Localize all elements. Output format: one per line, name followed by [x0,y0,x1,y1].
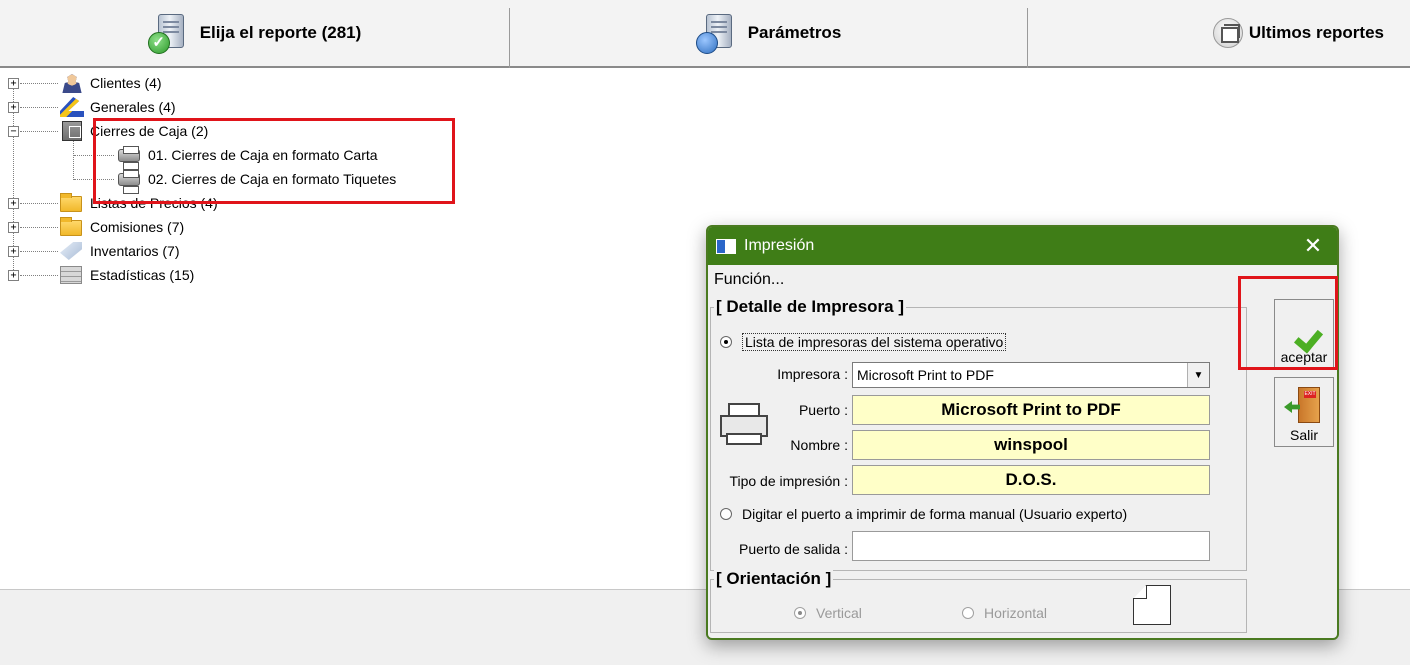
tab-bar: ✓ Elija el reporte (281) Parámetros Ulti… [0,0,1410,68]
port-field: Microsoft Print to PDF [852,395,1210,425]
radio-horizontal-label: Horizontal [984,605,1048,621]
print-type-field: D.O.S. [852,465,1210,495]
tag-icon [60,242,82,260]
orientation-group-title: [ Orientación ] [714,569,834,589]
name-label: Nombre : [790,437,848,453]
tab-recent-reports[interactable]: Ultimos reportes [1028,0,1410,66]
printer-select-value: Microsoft Print to PDF [857,367,994,383]
dialog-title: Impresión [744,237,815,254]
stats-icon [60,266,82,284]
dialog-titlebar[interactable]: Impresión ✕ [708,227,1337,265]
close-button[interactable]: ✕ [1301,233,1325,259]
dropdown-arrow-icon[interactable]: ▼ [1187,363,1209,387]
folder-icon [60,193,82,212]
output-port-input[interactable] [852,531,1210,561]
radio-manual-label: Digitar el puerto a imprimir de forma ma… [742,506,1128,522]
printer-group-title: [ Detalle de Impresora ] [714,297,907,317]
collapse-minus-icon[interactable]: − [8,126,19,137]
cash-register-icon [62,121,82,141]
recent-windows-icon [1212,18,1243,48]
radio-system-label: Lista de impresoras del sistema operativ… [742,333,1007,351]
tree-node-cierres-de-caja[interactable]: − Cierres de Caja (2) [0,120,400,142]
name-field: winspool [852,430,1210,460]
exit-label: Salir [1289,427,1318,443]
report-selector-window: ✓ Elija el reporte (281) Parámetros Ulti… [0,0,1410,665]
expand-plus-icon[interactable]: + [8,102,19,113]
folder-icon [60,217,82,236]
radio-vertical[interactable]: Vertical [794,605,862,621]
tree-node-label: Cierres de Caja (2) [90,123,209,139]
printer-label: Impresora : [777,366,848,382]
print-type-label: Tipo de impresión : [729,473,848,489]
print-dialog: Impresión ✕ Función... [ Detalle de Impr… [706,225,1339,640]
radio-horizontal[interactable]: Horizontal [962,605,1047,621]
tree-node-label: 02. Cierres de Caja en formato Tiquetes [148,171,397,187]
radio-vertical-label: Vertical [816,605,862,621]
page-fold [1133,585,1147,599]
tree-node-clientes[interactable]: + Clientes (4) [0,72,400,94]
radio-system-printers[interactable]: Lista de impresoras del sistema operativ… [720,333,1007,351]
exit-door-icon: EXIT [1284,387,1324,423]
tab-recent-reports-label: Ultimos reportes [1248,23,1384,42]
tab-choose-report[interactable]: ✓ Elija el reporte (281) [0,0,509,66]
tab-parameters[interactable]: Parámetros [510,0,1027,66]
tree-node-label: Comisiones (7) [90,219,185,235]
printer-icon [118,170,140,194]
expand-plus-icon[interactable]: + [8,270,19,281]
tree-node-label: 01. Cierres de Caja en formato Carta [148,147,378,163]
tree-node-label: Generales (4) [90,99,176,115]
expand-plus-icon[interactable]: + [8,222,19,233]
tree-node-generales[interactable]: + Generales (4) [0,96,400,118]
accept-button[interactable]: aceptar [1274,299,1334,369]
tree-node-estadisticas[interactable]: + Estadísticas (15) [0,264,400,286]
output-port-label: Puerto de salida : [739,541,848,557]
tree-node-cierres-tiquetes[interactable]: 02. Cierres de Caja en formato Tiquetes [74,168,454,194]
exit-button[interactable]: EXIT Salir [1274,377,1334,447]
printer-icon [118,146,140,170]
expand-plus-icon[interactable]: + [8,198,19,209]
clients-icon [62,74,82,93]
radio-dot[interactable] [794,607,806,619]
tree-node-inventarios[interactable]: + Inventarios (7) [0,240,400,262]
menu-funcion[interactable]: Función... [714,271,784,289]
tree-node-label: Estadísticas (15) [90,267,195,283]
server-check-icon: ✓ [147,10,194,56]
printer-select[interactable]: Microsoft Print to PDF ▼ [852,362,1210,388]
tree-node-comisiones[interactable]: + Comisiones (7) [0,216,400,238]
tree-node-label: Listas de Precios (4) [90,195,218,211]
server-database-icon [695,10,742,56]
tree-node-label: Inventarios (7) [90,243,180,259]
window-icon [716,238,736,254]
tab-parameters-label: Parámetros [747,23,842,42]
tree-node-label: Clientes (4) [90,75,162,91]
radio-dot[interactable] [720,508,732,520]
tree-node-listas-de-precios[interactable]: + Listas de Precios (4) [0,192,400,214]
port-label: Puerto : [798,402,848,418]
tree-node-cierres-carta[interactable]: 01. Cierres de Caja en formato Carta [74,144,454,170]
pencil-icon [60,97,84,117]
radio-dot[interactable] [720,336,732,348]
expand-plus-icon[interactable]: + [8,246,19,257]
expand-plus-icon[interactable]: + [8,78,19,89]
radio-manual-port[interactable]: Digitar el puerto a imprimir de forma ma… [720,506,1127,522]
radio-dot[interactable] [962,607,974,619]
tab-choose-report-label: Elija el reporte (281) [199,23,362,42]
exit-sign: EXIT [1304,391,1316,398]
check-icon [1289,315,1319,341]
